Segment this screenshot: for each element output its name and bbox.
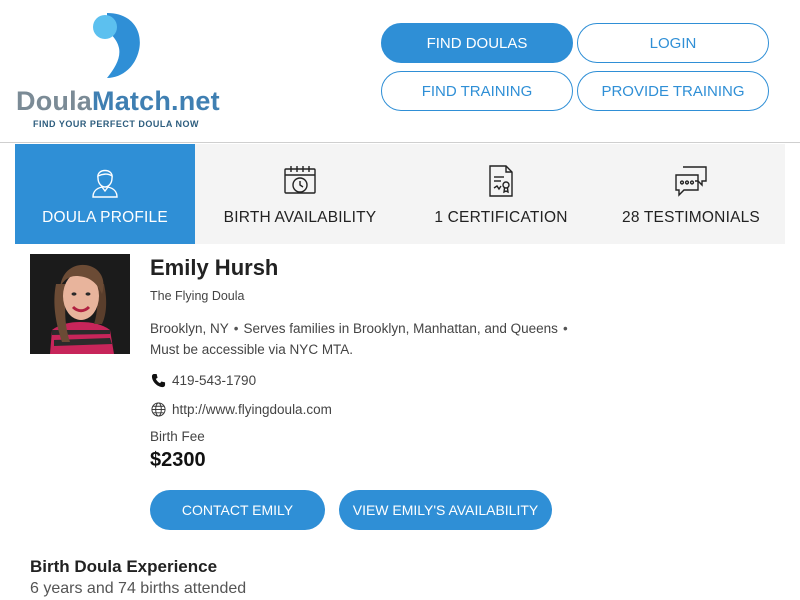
tab-testimonials[interactable]: 28 TESTIMONIALS (597, 144, 785, 244)
profile-subtitle: The Flying Doula (150, 289, 245, 303)
website-link[interactable]: http://www.flyingdoula.com (172, 402, 332, 417)
person-icon (90, 163, 120, 199)
fee-label: Birth Fee (150, 429, 205, 444)
tab-birth-availability[interactable]: BIRTH AVAILABILITY (195, 144, 405, 244)
logo-tagline: FIND YOUR PERFECT DOULA NOW (33, 119, 199, 129)
website-row[interactable]: http://www.flyingdoula.com (150, 401, 332, 417)
profile-name: Emily Hursh (150, 255, 279, 280)
phone-icon (150, 372, 166, 388)
find-training-button[interactable]: FIND TRAINING (381, 71, 573, 111)
profile-tabs: DOULA PROFILE BIRTH AVAILABILITY 1 CERTI… (15, 144, 785, 244)
tab-label: BIRTH AVAILABILITY (223, 209, 377, 226)
globe-icon (150, 401, 166, 417)
certificate-icon (487, 163, 515, 199)
service-area: Serves families in Brooklyn, Manhattan, … (243, 321, 558, 336)
tab-certification[interactable]: 1 CERTIFICATION (405, 144, 597, 244)
phone-number[interactable]: 419-543-1790 (172, 373, 256, 388)
accessibility-note: Must be accessible via NYC MTA. (150, 342, 354, 357)
phone-row[interactable]: 419-543-1790 (150, 372, 256, 388)
tab-doula-profile[interactable]: DOULA PROFILE (15, 144, 195, 244)
site-header: DoulaMatch.net FIND YOUR PERFECT DOULA N… (0, 0, 800, 143)
fee-value: $2300 (150, 449, 206, 471)
tab-label: 1 CERTIFICATION (434, 209, 568, 226)
profile-location: Brooklyn, NY • Serves families in Brooklyn… (150, 318, 630, 360)
find-doulas-button[interactable]: FIND DOULAS (381, 23, 573, 63)
view-availability-button[interactable]: VIEW EMILY'S AVAILABILITY (339, 490, 552, 530)
logo-icon[interactable] (85, 10, 155, 85)
bullet-separator: • (233, 321, 239, 336)
experience-text: 6 years and 74 births attended (30, 580, 247, 597)
tab-label: 28 TESTIMONIALS (622, 209, 760, 226)
experience-title: Birth Doula Experience (30, 557, 218, 576)
calendar-clock-icon (283, 163, 317, 199)
chat-bubbles-icon (673, 163, 709, 199)
logo-wordmark[interactable]: DoulaMatch.net (16, 86, 220, 117)
logo-part2: Match.net (92, 86, 220, 116)
bullet-separator: • (562, 321, 568, 336)
location-city: Brooklyn, NY (150, 321, 229, 336)
contact-button[interactable]: CONTACT EMILY (150, 490, 325, 530)
logo-part1: Doula (16, 86, 93, 116)
profile-photo (30, 254, 130, 354)
login-button[interactable]: LOGIN (577, 23, 769, 63)
tab-label: DOULA PROFILE (42, 209, 168, 226)
provide-training-button[interactable]: PROVIDE TRAINING (577, 71, 769, 111)
